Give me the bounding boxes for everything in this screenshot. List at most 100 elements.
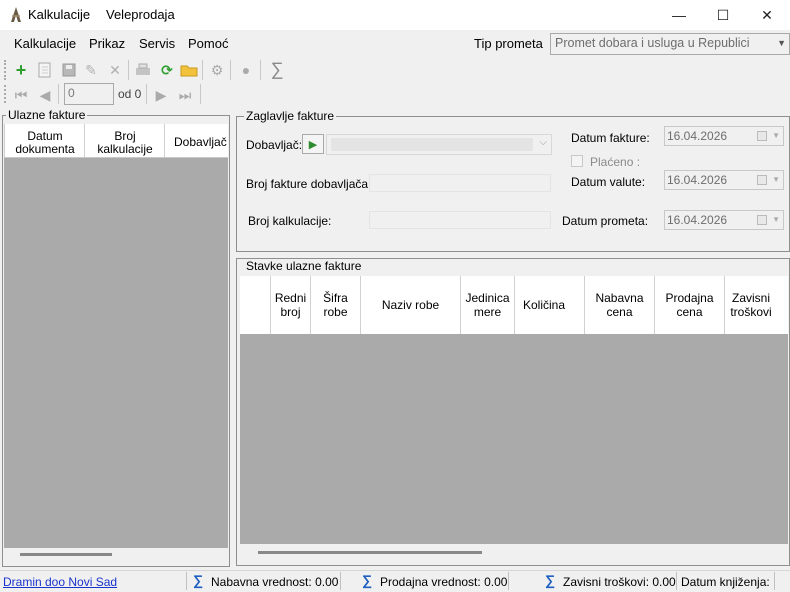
calendar-icon	[757, 131, 767, 141]
disabled-icon[interactable]: ●	[237, 61, 255, 79]
app-logo-icon	[8, 6, 24, 24]
status-separator	[508, 572, 509, 590]
sum-icon: ∑	[362, 572, 372, 588]
dobavljac-select[interactable]: ⌵	[326, 134, 552, 155]
stavke-header: Redni broj Šifra robe Naziv robe Jedinic…	[240, 276, 788, 334]
datum-prometa-picker[interactable]: 16.04.2026 ▼	[664, 210, 784, 230]
col-zavisni-troskovi[interactable]: Zavisni troškovi	[725, 276, 777, 334]
ulazne-fakture-grid[interactable]	[4, 158, 228, 548]
menu-prikaz[interactable]: Prikaz	[89, 36, 125, 51]
placeno-label: Plaćeno :	[590, 155, 641, 169]
sum-icon[interactable]: ∑	[268, 59, 286, 79]
header-border	[84, 124, 85, 157]
toolbar-separator	[128, 60, 129, 80]
previous-record-icon[interactable]: ◀	[36, 86, 54, 104]
stavke-title: Stavke ulazne fakture	[244, 259, 364, 273]
last-record-icon[interactable]: ⏭	[176, 86, 194, 104]
maximize-button[interactable]: ☐	[700, 0, 746, 30]
broj-fakture-dobavljaca-field[interactable]	[369, 174, 551, 192]
toolbar-separator	[58, 84, 59, 104]
status-separator	[676, 572, 677, 590]
sum-icon: ∑	[545, 572, 555, 588]
toolbar-separator	[260, 60, 261, 80]
toolbar-separator	[146, 84, 147, 104]
first-record-icon[interactable]: ⏮	[12, 86, 30, 104]
nabavna-vrednost: Nabavna vrednost: 0.00	[211, 575, 339, 589]
record-position-input[interactable]: 0	[64, 83, 114, 105]
tip-prometa-value: Promet dobara i usluga u Republici	[555, 36, 750, 50]
datum-prometa-label: Datum prometa:	[562, 214, 649, 228]
menu-kalkulacije[interactable]: Kalkulacije	[14, 36, 76, 51]
dobavljac-label: Dobavljač:	[246, 138, 303, 152]
ulazne-fakture-title: Ulazne fakture	[6, 108, 88, 122]
datum-fakture-label: Datum fakture:	[571, 131, 650, 145]
add-icon[interactable]: +	[12, 60, 30, 80]
chevron-down-icon: ▼	[772, 131, 780, 140]
col-sifra-robe[interactable]: Šifra robe	[311, 276, 361, 334]
settings-icon[interactable]: ⚙	[208, 61, 226, 79]
prodajna-vrednost: Prodajna vrednost: 0.00	[380, 575, 508, 589]
datum-valute-label: Datum valute:	[571, 175, 646, 189]
delete-icon[interactable]: ✕	[106, 61, 124, 79]
col-jedinica-mere[interactable]: Jedinica mere	[461, 276, 515, 334]
zaglavlje-fakture-title: Zaglavlje fakture	[244, 109, 337, 123]
horizontal-scrollbar[interactable]	[4, 548, 228, 565]
row-header-cell	[240, 276, 271, 334]
refresh-icon[interactable]: ⟳	[158, 61, 176, 79]
broj-kalkulacije-field[interactable]	[369, 211, 551, 229]
close-button[interactable]: ✕	[744, 0, 790, 30]
company-link[interactable]: Dramin doo Novi Sad	[3, 575, 117, 589]
col-dobavljac[interactable]: Dobavljač	[174, 136, 228, 149]
col-datum-dokumenta[interactable]: Datum dokumenta	[10, 130, 80, 156]
chevron-down-icon: ▼	[772, 175, 780, 184]
next-record-icon[interactable]: ▶	[152, 86, 170, 104]
tip-prometa-select[interactable]: Promet dobara i usluga u Republici ▼	[550, 33, 790, 55]
play-icon[interactable]: ▶	[302, 134, 324, 154]
broj-kalkulacije-label: Broj kalkulacije:	[248, 214, 332, 228]
col-naziv-robe[interactable]: Naziv robe	[361, 276, 461, 334]
sum-icon: ∑	[193, 572, 203, 588]
col-redni-broj[interactable]: Redni broj	[271, 276, 311, 334]
stavke-grid[interactable]	[240, 334, 788, 544]
toolbar-grip	[4, 85, 7, 103]
menu-servis[interactable]: Servis	[139, 36, 175, 51]
print-icon[interactable]	[134, 61, 152, 79]
window-subtitle: Veleprodaja	[106, 7, 175, 22]
open-folder-icon[interactable]	[180, 61, 198, 79]
new-document-icon[interactable]	[36, 61, 54, 79]
window-title: Kalkulacije	[28, 7, 91, 22]
minimize-button[interactable]: —	[656, 0, 702, 30]
chevron-down-icon: ⌵	[539, 137, 547, 148]
datum-fakture-picker[interactable]: 16.04.2026 ▼	[664, 126, 784, 146]
toolbar-separator	[200, 84, 201, 104]
col-prodajna-cena[interactable]: Prodajna cena	[655, 276, 725, 334]
header-border	[4, 124, 5, 157]
calendar-icon	[757, 215, 767, 225]
edit-icon[interactable]: ✎	[82, 61, 100, 79]
toolbar-separator	[202, 60, 203, 80]
save-icon[interactable]	[60, 61, 78, 79]
chevron-down-icon: ▼	[777, 38, 786, 48]
toolbar-separator	[230, 60, 231, 80]
record-count-label: od 0	[118, 87, 142, 101]
datum-valute-value: 16.04.2026	[667, 173, 728, 187]
datum-prometa-value: 16.04.2026	[667, 213, 728, 227]
placeno-checkbox[interactable]	[571, 155, 583, 167]
status-separator	[186, 572, 187, 590]
header-border	[164, 124, 165, 157]
scrollbar-thumb[interactable]	[20, 553, 112, 556]
col-nabavna-cena[interactable]: Nabavna cena	[585, 276, 655, 334]
broj-fakture-dobavljaca-label: Broj fakture dobavljača:	[246, 177, 372, 191]
col-broj-kalkulacije[interactable]: Broj kalkulacije	[90, 130, 160, 156]
tip-prometa-label: Tip prometa	[474, 36, 543, 51]
calendar-icon	[757, 175, 767, 185]
datum-fakture-value: 16.04.2026	[667, 129, 728, 143]
col-kolicina[interactable]: Količina	[515, 276, 585, 334]
scrollbar-thumb[interactable]	[258, 551, 482, 554]
status-separator	[340, 572, 341, 590]
zavisni-troskovi: Zavisni troškovi: 0.00	[563, 575, 676, 589]
ulazne-fakture-header: Datum dokumenta Broj kalkulacije Dobavlj…	[4, 124, 228, 158]
menu-pomoc[interactable]: Pomoć	[188, 36, 228, 51]
datum-valute-picker[interactable]: 16.04.2026 ▼	[664, 170, 784, 190]
chevron-down-icon: ▼	[772, 215, 780, 224]
